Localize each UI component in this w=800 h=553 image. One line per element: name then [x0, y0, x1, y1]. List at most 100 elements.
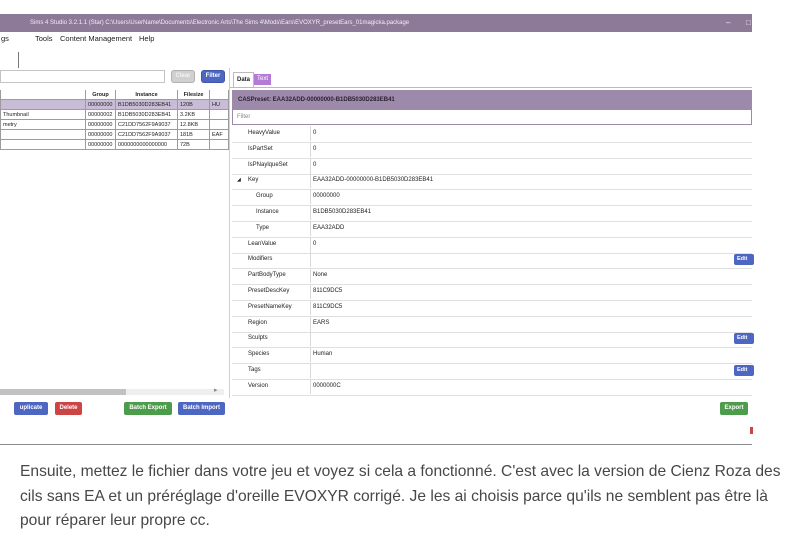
batch-import-button[interactable]: Batch Import — [178, 402, 225, 415]
property-name: Sculpts — [248, 335, 268, 342]
property-value[interactable] — [310, 252, 752, 268]
property-row-region[interactable]: Region EARS — [232, 315, 752, 333]
property-row-partbodytype[interactable]: PartBodyType None — [232, 268, 752, 286]
menu-item-content-management[interactable]: Content Management — [60, 32, 132, 46]
property-name: Instance — [256, 209, 279, 215]
property-row-heavyvalue[interactable]: HeavyValue 0 — [232, 126, 752, 143]
cell-instance: C21DD7562F9A9037 — [115, 119, 178, 130]
cell-name — [0, 139, 86, 150]
divider — [0, 444, 752, 445]
property-value[interactable]: 0 — [310, 126, 752, 141]
property-value[interactable]: 0 — [310, 157, 752, 173]
property-row-group[interactable]: Group 00000000 — [232, 189, 752, 207]
cell-group: 00000000 — [85, 129, 116, 140]
scrollbar-thumb[interactable] — [0, 389, 126, 395]
property-name: Region — [248, 319, 268, 326]
column-header-instance[interactable]: Instance — [115, 90, 178, 100]
menu-item-help[interactable]: Help — [139, 32, 154, 46]
menu-item-settings[interactable]: gs — [1, 32, 9, 46]
table-row[interactable]: 00000000 B1DB5030D283EB41 120B HU — [0, 99, 229, 110]
cell-group: 00000000 — [85, 99, 116, 110]
scroll-right-icon[interactable]: ▸ — [214, 386, 218, 394]
tab-text[interactable]: Text — [254, 74, 271, 85]
cell-type — [209, 109, 229, 120]
property-value[interactable]: 0 — [310, 141, 752, 157]
cell-group: 00000000 — [85, 119, 116, 130]
cell-type: HU — [209, 99, 229, 110]
table-row[interactable]: metry 00000000 C21DD7562F9A9037 12.8KB — [0, 119, 229, 130]
edit-tags-button[interactable]: Edit — [734, 365, 754, 376]
cell-filesize: 3.2KB — [177, 109, 210, 120]
column-header-type[interactable] — [209, 90, 229, 100]
property-name: Type — [256, 224, 270, 231]
property-value[interactable]: None — [310, 268, 752, 284]
maximize-icon[interactable]: □ — [746, 14, 751, 32]
horizontal-scrollbar[interactable]: ▸ — [0, 386, 224, 395]
edit-modifiers-button[interactable]: Edit — [734, 254, 754, 266]
property-value[interactable]: 0 — [310, 236, 752, 252]
cell-name: metry — [0, 119, 86, 130]
batch-export-button[interactable]: Batch Export — [124, 402, 172, 415]
column-header-group[interactable]: Group — [85, 90, 116, 100]
filter-button[interactable]: Filter — [201, 70, 225, 83]
property-value[interactable]: EARS — [310, 315, 752, 331]
edit-sculpts-button[interactable]: Edit — [734, 333, 754, 345]
table-row[interactable]: 00000000 C21DD7562F9A9037 181B EAF — [0, 129, 229, 140]
property-row-ispartset[interactable]: IsPartSet 0 — [232, 141, 752, 159]
property-value[interactable]: Human — [310, 347, 752, 363]
property-name: Group — [256, 193, 273, 200]
collapse-icon[interactable]: ◢ — [237, 173, 241, 188]
property-row-presetnamekey[interactable]: PresetNameKey 811C9DC5 — [232, 299, 752, 317]
cell-instance: 0000000000000000 — [115, 139, 178, 150]
cell-type — [209, 119, 229, 130]
column-header-filesize[interactable]: Filesize — [177, 90, 210, 100]
cell-group: 00000000 — [85, 139, 116, 150]
table-row[interactable]: Thumbnail 00000002 B1DB5030D283EB41 3.2K… — [0, 109, 229, 120]
property-value[interactable]: EAA32ADD-00000000-B1DB5030D283EB41 — [310, 173, 752, 189]
property-row-leanvalue[interactable]: LeanValue 0 — [232, 236, 752, 254]
delete-button[interactable]: Delete — [55, 402, 82, 415]
search-input[interactable] — [0, 70, 165, 83]
property-filter-input[interactable]: Filter — [232, 110, 752, 125]
toolbar-separator — [18, 52, 19, 68]
property-row-ispnaylqueset[interactable]: IsPNaylqueSet 0 — [232, 157, 752, 175]
cell-filesize: 120B — [177, 99, 210, 110]
cell-instance: B1DB5030D283EB41 — [115, 99, 178, 110]
property-name: Tags — [248, 367, 261, 373]
resource-header: CASPreset: EAA32ADD-00000000-B1DB5030D28… — [232, 90, 752, 110]
property-row-key[interactable]: ◢ Key EAA32ADD-00000000-B1DB5030D283EB41 — [232, 173, 752, 191]
property-row-tags[interactable]: Tags Edit — [232, 363, 754, 380]
property-value[interactable] — [310, 331, 752, 347]
resource-table: Group Instance Filesize 00000000 B1DB503… — [0, 90, 229, 150]
property-row-modifiers[interactable]: Modifiers Edit — [232, 252, 754, 270]
pane-splitter[interactable] — [229, 68, 230, 398]
duplicate-button[interactable]: uplicate — [14, 402, 48, 415]
property-name: IsPNaylqueSet — [248, 161, 288, 168]
property-name: HeavyValue — [248, 130, 280, 136]
tab-data[interactable]: Data — [233, 72, 254, 87]
minimize-icon[interactable]: – — [726, 14, 730, 32]
property-name: Version — [248, 382, 269, 389]
export-button[interactable]: Export — [720, 402, 748, 415]
table-row[interactable]: 00000000 0000000000000000 72B — [0, 139, 229, 150]
property-value[interactable]: 0000000C — [310, 378, 752, 394]
menu-item-tools[interactable]: Tools — [35, 32, 53, 46]
clear-button[interactable]: Clear — [171, 70, 195, 83]
column-header-name[interactable] — [0, 90, 86, 100]
property-row-type[interactable]: Type EAA32ADD — [232, 220, 752, 238]
property-value[interactable]: 811C9DC5 — [310, 299, 752, 315]
property-row-version[interactable]: Version 0000000C — [232, 378, 752, 396]
cell-name — [0, 129, 86, 140]
property-row-sculpts[interactable]: Sculpts Edit — [232, 331, 754, 349]
property-value[interactable]: EAA32ADD — [310, 220, 752, 236]
cell-type: EAF — [209, 129, 229, 140]
property-row-presetdesckey[interactable]: PresetDescKey 811C9DC5 — [232, 284, 752, 301]
property-value[interactable]: 00000000 — [310, 189, 752, 205]
status-indicator — [750, 427, 753, 434]
property-row-instance[interactable]: Instance B1DB5030D283EB41 — [232, 205, 752, 222]
property-row-species[interactable]: Species Human — [232, 347, 752, 365]
property-value[interactable]: 811C9DC5 — [310, 284, 752, 299]
property-value[interactable] — [310, 363, 752, 378]
property-value[interactable]: B1DB5030D283EB41 — [310, 205, 752, 220]
window-titlebar: Sims 4 Studio 3.2.1.1 (Star) C:\Users\Us… — [0, 14, 752, 32]
